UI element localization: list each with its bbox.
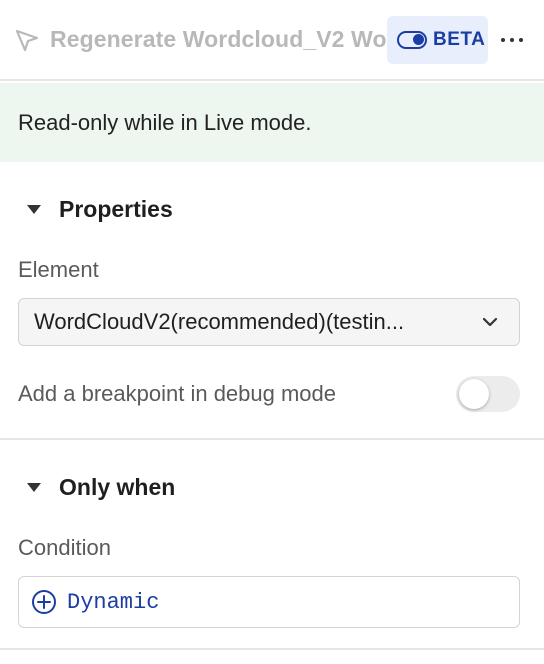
toggle-icon: [397, 31, 427, 49]
more-dot-icon: [501, 38, 505, 42]
workflow-title: Regenerate Wordcloud_V2 Wordcloud: [50, 26, 390, 52]
breakpoint-toggle[interactable]: [456, 376, 520, 412]
element-select-value: WordCloudV2(recommended)(testin...: [34, 309, 405, 334]
read-only-notice: Read-only while in Live mode.: [0, 83, 544, 162]
caret-down-icon: [27, 483, 41, 492]
section-divider: [0, 438, 544, 440]
more-dot-icon: [519, 38, 523, 42]
element-label: Element: [18, 257, 99, 282]
only-when-section-toggle[interactable]: Only when: [18, 474, 175, 501]
caret-down-icon: [27, 205, 41, 214]
only-when-title: Only when: [59, 474, 176, 500]
dynamic-label: Dynamic: [67, 589, 160, 615]
panel-header: Regenerate Wordcloud_V2 Wordcloud BETA: [0, 0, 544, 81]
breakpoint-label: Add a breakpoint in debug mode: [18, 381, 337, 406]
cursor-pointer-icon: [15, 29, 39, 52]
section-divider: [0, 648, 544, 650]
beta-label: BETA: [433, 29, 486, 50]
toggle-knob: [459, 379, 489, 409]
condition-label: Condition: [18, 535, 111, 560]
properties-title: Properties: [59, 196, 173, 222]
beta-toggle-button[interactable]: BETA: [387, 16, 488, 64]
element-select[interactable]: WordCloudV2(recommended)(testin...: [18, 298, 520, 346]
chevron-down-icon: [482, 317, 498, 327]
plus-circle-icon: [32, 590, 56, 614]
more-options-button[interactable]: [498, 28, 526, 52]
condition-input[interactable]: Dynamic: [18, 576, 520, 628]
more-dot-icon: [510, 38, 514, 42]
properties-section-toggle[interactable]: Properties: [18, 196, 173, 223]
